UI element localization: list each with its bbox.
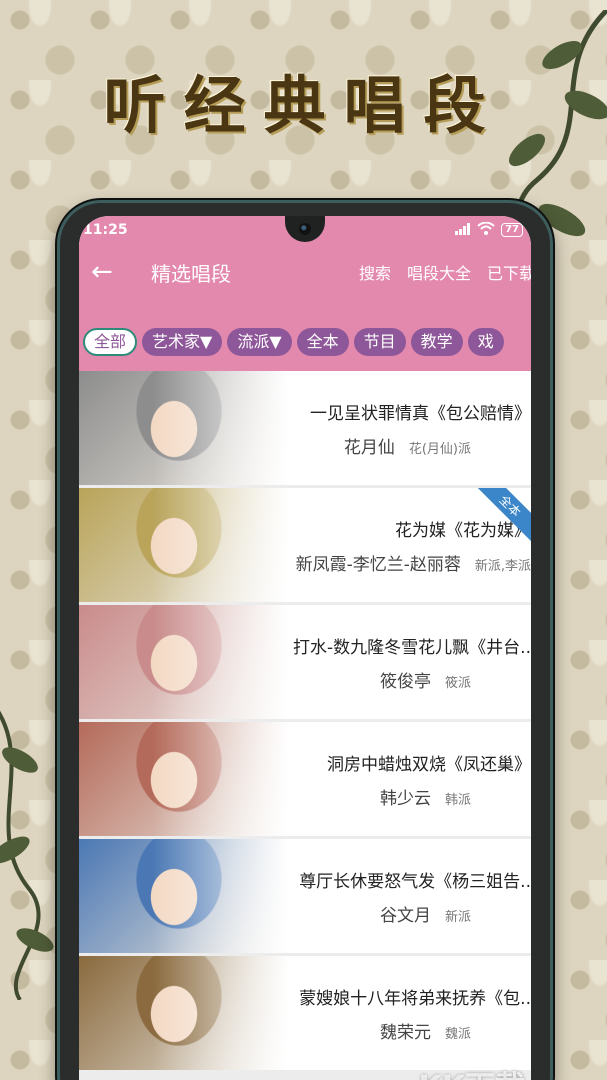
artist-name[interactable]: 魏荣元: [380, 1023, 431, 1043]
school-label: 韩派: [444, 793, 471, 808]
status-time: 11:25: [83, 222, 128, 238]
song-meta: 魏荣元 魏派: [256, 1018, 531, 1043]
school-label: 新派: [444, 910, 471, 925]
performer-photo: [79, 371, 289, 485]
song-row[interactable]: 洞房中蜡烛双烧《凤还巢》韩少云 韩派: [79, 722, 531, 836]
signal-icon: [455, 222, 471, 238]
chip-teaching[interactable]: 教学: [410, 328, 463, 356]
wifi-icon: [477, 221, 495, 238]
song-title: 蒙嫂娘十八年将弟来抚养《包..: [299, 989, 531, 1009]
chip-all[interactable]: 全部: [83, 328, 138, 356]
song-row[interactable]: 蒙嫂娘十八年将弟来抚养《包.. 魏荣元 魏派: [79, 956, 531, 1070]
downloaded-link[interactable]: 已下载: [487, 260, 531, 284]
title-bar: ← 精选唱段 搜索 唱段大全 已下载: [79, 244, 531, 300]
song-title: 打水-数九隆冬雪花儿飘《井台..: [293, 638, 531, 658]
song-meta: 韩少云 韩派: [256, 784, 531, 809]
chip-opera[interactable]: 戏: [467, 328, 504, 356]
battery-icon: 77: [501, 223, 523, 237]
watermark-text: KK下载: [419, 1062, 526, 1080]
song-row[interactable]: 打水-数九隆冬雪花儿飘《井台.. 筱俊亭 筱派: [79, 605, 531, 719]
school-label: 魏派: [444, 1027, 471, 1042]
page-title: 精选唱段: [151, 261, 231, 286]
chip-artist-dropdown[interactable]: 艺术家▼: [142, 328, 223, 356]
song-title: 洞房中蜡烛双烧《凤还巢》: [327, 755, 531, 775]
app-screen: 11:25 77 ← 精选唱段 搜索 唱段大全 已下载 全部 艺术家▼ 流派▼ …: [79, 216, 531, 1080]
performer-photo: [79, 956, 289, 1070]
all-songs-link[interactable]: 唱段大全: [407, 260, 471, 284]
back-arrow-icon[interactable]: ←: [87, 257, 151, 287]
chip-full-opera[interactable]: 全本: [296, 328, 349, 356]
song-meta: 谷文月 新派: [256, 901, 531, 926]
artist-name[interactable]: 花月仙: [344, 438, 395, 458]
phone-frame: 11:25 77 ← 精选唱段 搜索 唱段大全 已下载 全部 艺术家▼ 流派▼ …: [57, 200, 553, 1080]
song-title: 花为媒《花为媒》: [395, 521, 531, 541]
song-row[interactable]: 尊厅长休要怒气发《杨三姐告.. 谷文月 新派: [79, 839, 531, 953]
song-row[interactable]: 花为媒《花为媒》 新凤霞-李忆兰-赵丽蓉 新派,李派 全本: [79, 488, 531, 602]
promo-headline: 听经典唱段: [103, 69, 504, 142]
artist-name[interactable]: 筱俊亭: [380, 672, 431, 692]
search-link[interactable]: 搜索: [359, 260, 391, 284]
performer-photo: [79, 839, 289, 953]
song-meta: 新凤霞-李忆兰-赵丽蓉 新派,李派: [256, 550, 531, 575]
song-meta: 筱俊亭 筱派: [256, 667, 531, 692]
artist-name[interactable]: 谷文月: [380, 906, 431, 926]
filter-chips: 全部 艺术家▼ 流派▼ 全本 节目 教学 戏: [79, 328, 504, 356]
header-actions: 搜索 唱段大全 已下载: [359, 260, 531, 284]
song-list: 一见呈状罪情真《包公赔情》花月仙 花(月仙)派花为媒《花为媒》新凤霞-李忆兰-赵丽…: [79, 371, 531, 1073]
performer-photo: [79, 605, 289, 719]
song-title: 一见呈状罪情真《包公赔情》: [310, 404, 531, 424]
song-row[interactable]: 一见呈状罪情真《包公赔情》花月仙 花(月仙)派: [79, 371, 531, 485]
chip-school-dropdown[interactable]: 流派▼: [227, 328, 292, 356]
artist-name[interactable]: 韩少云: [380, 789, 431, 809]
performer-photo: [79, 722, 289, 836]
school-label: 筱派: [444, 676, 471, 691]
school-label: 花(月仙)派: [408, 442, 471, 457]
chip-programs[interactable]: 节目: [353, 328, 406, 356]
song-meta: 花月仙 花(月仙)派: [256, 433, 531, 458]
school-label: 新派,李派: [474, 559, 531, 574]
song-title: 尊厅长休要怒气发《杨三姐告..: [299, 872, 531, 892]
artist-name[interactable]: 新凤霞-李忆兰-赵丽蓉: [296, 555, 461, 575]
performer-photo: [79, 488, 289, 602]
